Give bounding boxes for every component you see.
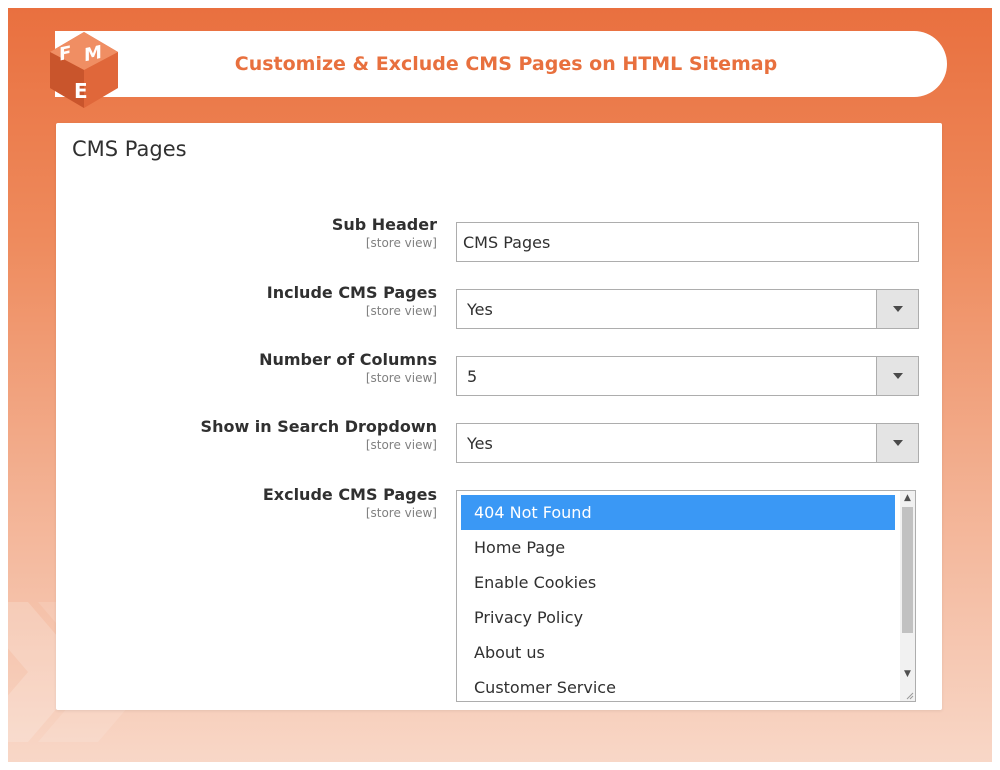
svg-text:E: E <box>74 79 88 103</box>
exclude-cms-pages-label: Exclude CMS Pages <box>262 485 437 504</box>
number-of-columns-value: 5 <box>467 366 478 386</box>
number-of-columns-scope: [store view] <box>365 371 437 385</box>
svg-text:F: F <box>59 42 71 65</box>
banner-title: Customize & Exclude CMS Pages on HTML Si… <box>234 53 778 75</box>
scroll-down-arrow-icon[interactable]: ▼ <box>900 667 915 681</box>
exclude-option-about-us[interactable]: About us <box>461 635 895 670</box>
page-background: Customize & Exclude CMS Pages on HTML Si… <box>8 8 992 762</box>
resize-grip-icon[interactable] <box>905 691 914 700</box>
multiselect-scrollbar[interactable]: ▲ ▼ <box>900 491 915 701</box>
show-in-search-dropdown-scope: [store view] <box>365 438 437 452</box>
chevron-down-icon <box>892 373 903 379</box>
show-in-search-dropdown-select[interactable]: Yes <box>456 423 919 463</box>
svg-text:M: M <box>84 42 102 67</box>
sub-header-value: CMS Pages <box>463 232 551 252</box>
include-cms-pages-dropdown-button[interactable] <box>876 290 918 328</box>
number-of-columns-label: Number of Columns <box>259 350 437 369</box>
show-in-search-dropdown-label: Show in Search Dropdown <box>200 417 437 436</box>
panel-title: CMS Pages <box>72 137 187 161</box>
scrollbar-thumb[interactable] <box>902 507 913 633</box>
show-in-search-dropdown-button[interactable] <box>876 424 918 462</box>
exclude-option-customer-service[interactable]: Customer Service <box>461 670 895 701</box>
exclude-cms-pages-multiselect[interactable]: 404 Not Found Home Page Enable Cookies P… <box>456 490 916 702</box>
show-in-search-dropdown-value: Yes <box>467 433 493 453</box>
number-of-columns-dropdown-button[interactable] <box>876 357 918 395</box>
sub-header-label: Sub Header <box>331 215 437 234</box>
include-cms-pages-label: Include CMS Pages <box>266 283 437 302</box>
cms-pages-panel: CMS Pages Sub Header [store view] CMS Pa… <box>56 123 942 710</box>
exclude-option-enable-cookies[interactable]: Enable Cookies <box>461 565 895 600</box>
scroll-up-arrow-icon[interactable]: ▲ <box>900 491 915 505</box>
include-cms-pages-value: Yes <box>467 299 493 319</box>
fme-logo-icon: F M E <box>50 32 118 108</box>
sub-header-scope: [store view] <box>365 236 437 250</box>
sub-header-input[interactable]: CMS Pages <box>456 222 919 262</box>
exclude-option-privacy-policy[interactable]: Privacy Policy <box>461 600 895 635</box>
chevron-down-icon <box>892 306 903 312</box>
exclude-option-home-page[interactable]: Home Page <box>461 530 895 565</box>
exclude-cms-pages-scope: [store view] <box>365 506 437 520</box>
banner-title-bar: Customize & Exclude CMS Pages on HTML Si… <box>55 31 947 97</box>
include-cms-pages-select[interactable]: Yes <box>456 289 919 329</box>
include-cms-pages-scope: [store view] <box>365 304 437 318</box>
number-of-columns-select[interactable]: 5 <box>456 356 919 396</box>
exclude-option-404-not-found[interactable]: 404 Not Found <box>461 495 895 530</box>
chevron-down-icon <box>892 440 903 446</box>
